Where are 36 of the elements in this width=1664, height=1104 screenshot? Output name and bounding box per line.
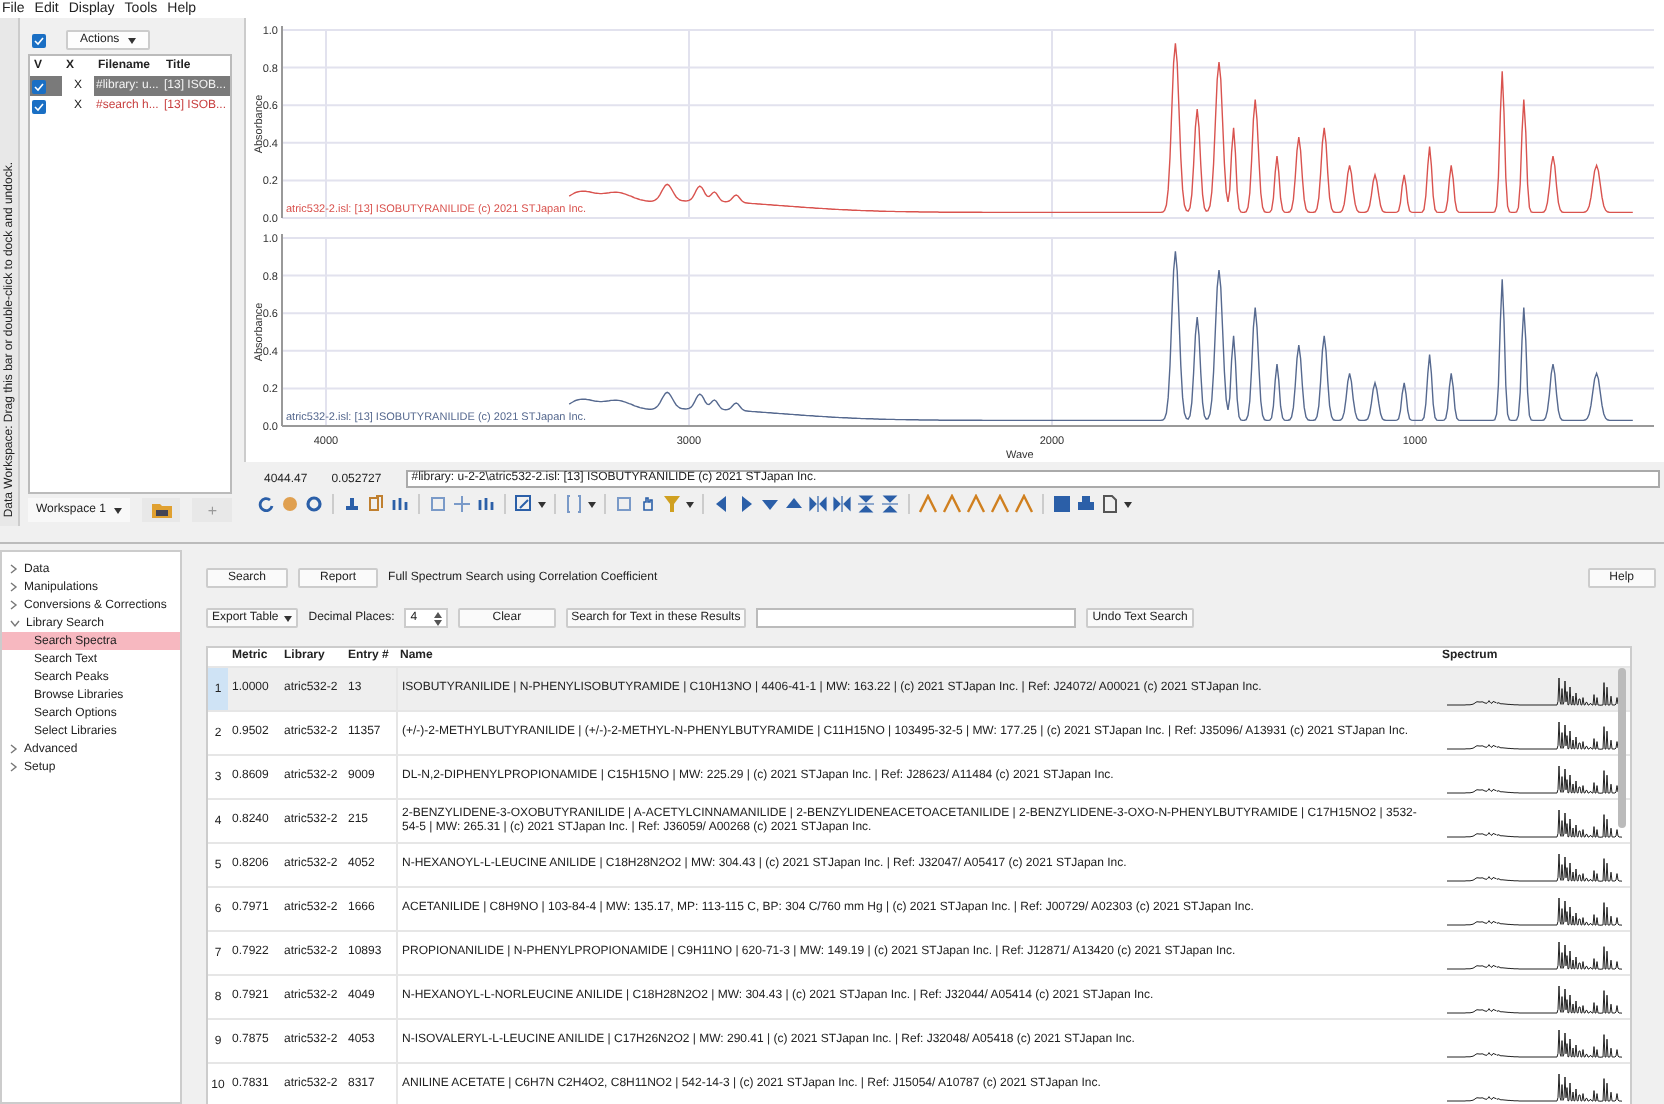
- caret-icon: [686, 501, 694, 507]
- checkbox[interactable]: [32, 99, 46, 113]
- pen-square-icon[interactable]: [514, 493, 534, 515]
- document-icon[interactable]: [1100, 493, 1120, 515]
- bars-icon[interactable]: [390, 493, 410, 515]
- horizontal-arrows-icon[interactable]: [832, 493, 852, 515]
- text-search-field[interactable]: [756, 608, 1077, 628]
- peak-icon[interactable]: [990, 493, 1010, 515]
- horizontal-arrows-icon[interactable]: [808, 493, 828, 515]
- caret-icon: [1124, 501, 1132, 507]
- peak-icon[interactable]: [918, 493, 938, 515]
- chevron-down-icon: [10, 619, 20, 627]
- peak-icon[interactable]: [1014, 493, 1034, 515]
- triangle-right-icon[interactable]: [736, 493, 756, 515]
- scrollbar-thumb[interactable]: [1618, 668, 1626, 828]
- stamp-icon[interactable]: [342, 493, 362, 515]
- caret-icon: [127, 37, 136, 43]
- print-icon[interactable]: [1076, 493, 1096, 515]
- bars-icon[interactable]: [476, 493, 496, 515]
- caret-icon: [113, 507, 122, 513]
- triangle-left-icon[interactable]: [712, 493, 732, 515]
- refresh-icon[interactable]: [256, 493, 276, 515]
- checkbox[interactable]: [32, 79, 46, 93]
- caret-icon: [284, 615, 293, 621]
- vertical-arrows-icon[interactable]: [880, 493, 900, 515]
- vertical-arrows-icon[interactable]: [856, 493, 876, 515]
- result-row[interactable]: [208, 800, 1630, 844]
- folder-button[interactable]: [141, 498, 181, 522]
- peak-icon[interactable]: [942, 493, 962, 515]
- spin-arrows-icon[interactable]: [434, 611, 443, 625]
- peak-icon[interactable]: [966, 493, 986, 515]
- copy-icon[interactable]: [366, 493, 386, 515]
- checkbox[interactable]: [32, 33, 46, 47]
- caret-icon: [588, 501, 596, 507]
- caret-icon: [538, 501, 546, 507]
- folder-icon: [151, 502, 172, 518]
